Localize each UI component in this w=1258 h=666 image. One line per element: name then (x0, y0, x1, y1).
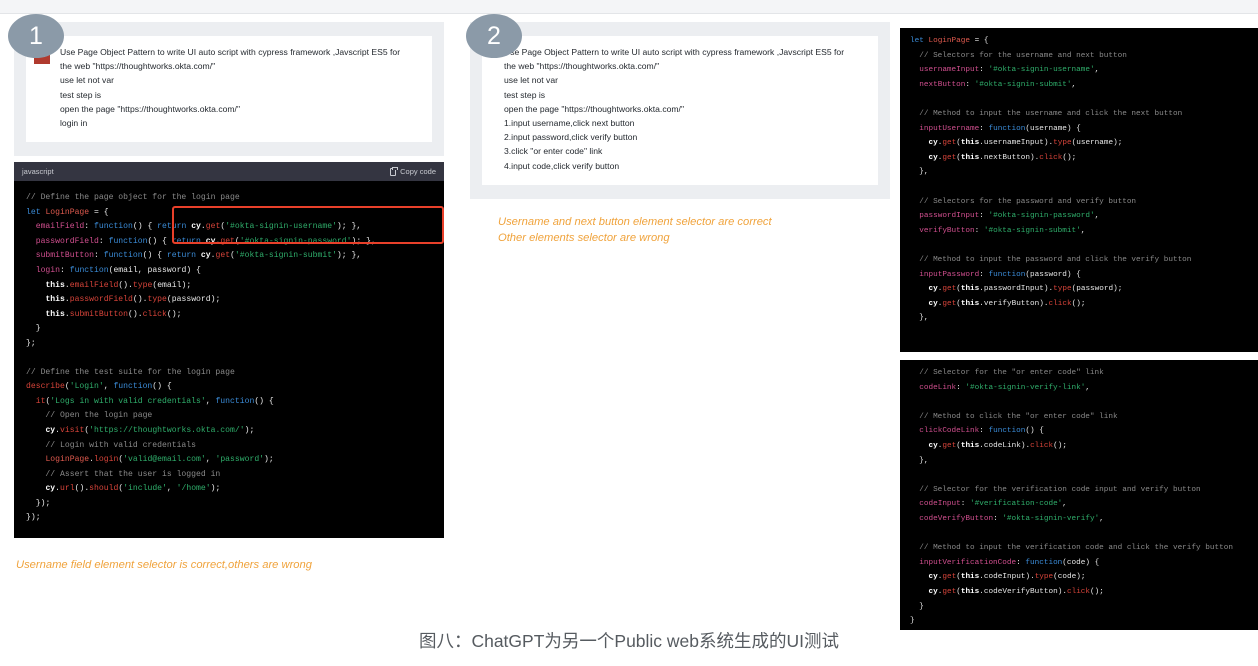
code-block-left: javascript Copy code // Define the page … (14, 162, 444, 538)
prompt-line: 3.click "or enter code" link (504, 146, 603, 157)
prompt-line: Use Page Object Pattern to write UI auto… (504, 47, 845, 57)
top-divider-strip (0, 0, 1258, 14)
code-block-header: javascript Copy code (14, 162, 444, 182)
code-language-label: javascript (22, 167, 54, 177)
prompt-line: test step is (60, 89, 102, 100)
prompt-line: the web "https://thoughtworks.okta.com/" (504, 61, 660, 72)
prompt-text-2: Use Page Object Pattern to write UI auto… (504, 45, 844, 173)
clipboard-icon (390, 166, 399, 176)
copy-code-button[interactable]: Copy code (390, 166, 436, 177)
prompt-line: login in (60, 118, 88, 129)
prompt-line: use let not var (60, 75, 114, 86)
prompt-card-1: ZH Use Page Object Pattern to write UI a… (26, 36, 432, 143)
annotation-line-2: Other elements selector are wrong (498, 232, 670, 244)
code-column-right: let LoginPage = { // Selectors for the u… (900, 28, 1258, 630)
prompt-card-2: Use Page Object Pattern to write UI auto… (482, 36, 878, 185)
code-block-gap (900, 352, 1258, 360)
code-block-left-body: // Define the page object for the login … (26, 193, 376, 523)
prompt-line: 2.input password,click verify button (504, 132, 638, 143)
annotation-line-1: Username and next button element selecto… (498, 216, 772, 228)
conversation-panel-1: ZH Use Page Object Pattern to write UI a… (14, 22, 444, 592)
figure-caption: 图八：ChatGPT为另一个Public web系统生成的UI测试 (418, 631, 840, 651)
copy-code-label: Copy code (400, 167, 436, 177)
prompt-message-block-2: Use Page Object Pattern to write UI auto… (470, 22, 890, 199)
annotation-panel-1: Username field element selector is corre… (16, 559, 312, 571)
prompt-text-1: Use Page Object Pattern to write UI auto… (60, 45, 400, 130)
step-badge-2: 2 (466, 14, 522, 58)
prompt-line: open the page "https://thoughtworks.okta… (504, 103, 684, 114)
prompt-line: use let not var (504, 75, 558, 86)
annotation-panel-2: Username and next button element selecto… (498, 214, 772, 246)
prompt-message-block-1: ZH Use Page Object Pattern to write UI a… (14, 22, 444, 157)
prompt-line: the web "https://thoughtworks.okta.com/" (60, 61, 216, 72)
prompt-line: test step is (504, 89, 546, 100)
step-badge-1: 1 (8, 14, 64, 58)
code-block-right-top: let LoginPage = { // Selectors for the u… (900, 28, 1258, 352)
prompt-line: Use Page Object Pattern to write UI auto… (60, 47, 401, 57)
code-block-right-bottom: // Selector for the "or enter code" link… (900, 360, 1258, 630)
prompt-line: 4.input code,click verify button (504, 160, 620, 171)
prompt-line: 1.input username,click next button (504, 118, 635, 129)
prompt-line: open the page "https://thoughtworks.okta… (60, 103, 240, 114)
